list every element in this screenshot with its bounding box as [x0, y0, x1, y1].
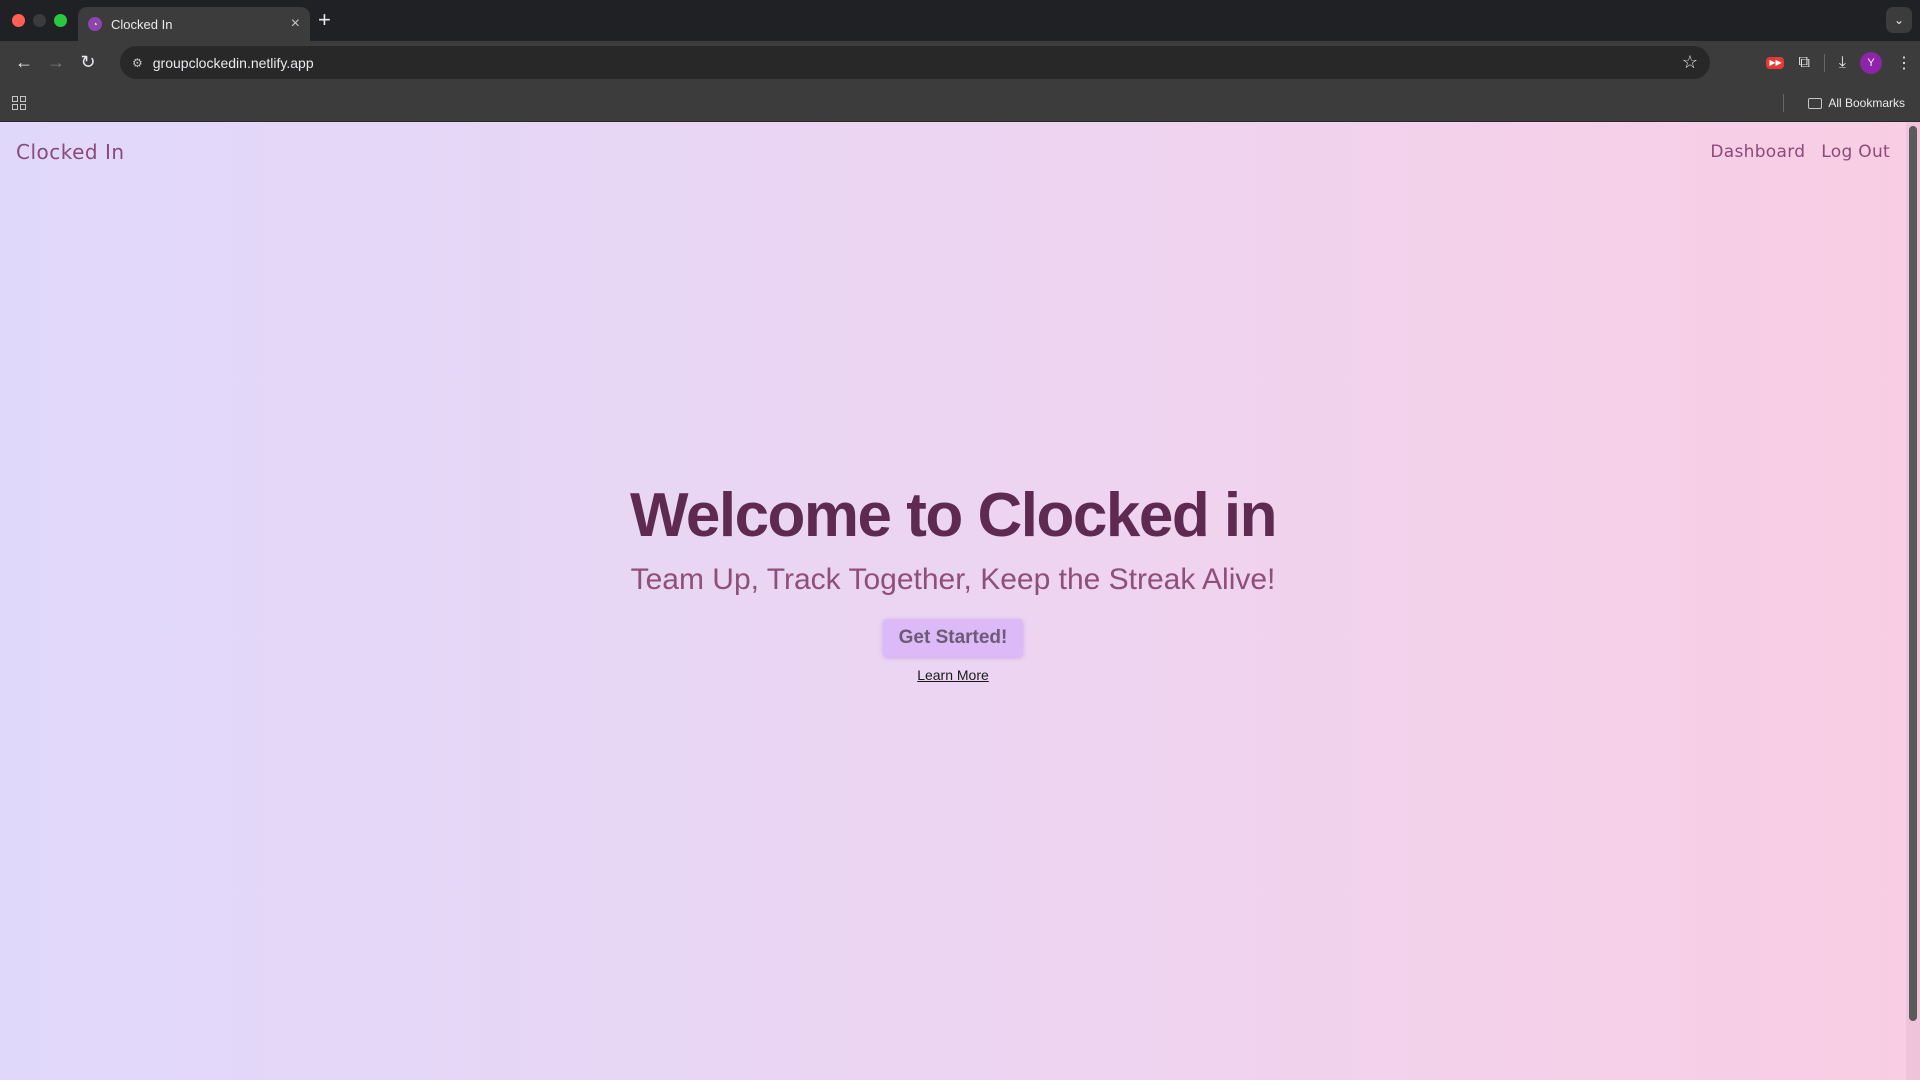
more-menu-icon[interactable]: ⋮ [1896, 53, 1912, 73]
back-button[interactable]: ← [8, 47, 40, 79]
bookmarks-divider [1783, 94, 1784, 112]
page-viewport: Clocked In Dashboard Log Out Welcome to … [0, 122, 1920, 1080]
scrollbar-thumb[interactable] [1909, 126, 1917, 1021]
scrollbar-track[interactable] [1906, 122, 1920, 1080]
forward-button[interactable]: → [40, 47, 72, 79]
all-bookmarks-button[interactable]: All Bookmarks [1808, 84, 1905, 122]
tab-title: Clocked In [111, 16, 173, 32]
brand-logo[interactable]: Clocked In [16, 140, 125, 164]
address-bar-url[interactable]: groupclockedin.netlify.app [153, 55, 1682, 71]
dashboard-link[interactable]: Dashboard [1710, 142, 1805, 162]
learn-more-link[interactable]: Learn More [0, 667, 1906, 683]
logout-link[interactable]: Log Out [1821, 142, 1890, 162]
window-controls [12, 14, 67, 27]
browser-tab[interactable]: ◔ Clocked In × [78, 7, 310, 41]
close-tab-icon[interactable]: × [291, 16, 300, 32]
all-bookmarks-label: All Bookmarks [1828, 96, 1905, 110]
hero-subtitle: Team Up, Track Together, Keep the Streak… [630, 563, 1276, 596]
clock-favicon-icon: ◔ [88, 17, 102, 31]
tab-strip: ◔ Clocked In × + ⌄ [0, 0, 1920, 41]
hero-section: Welcome to Clocked in Team Up, Track Tog… [0, 480, 1906, 683]
toolbar-divider [1823, 53, 1825, 72]
site-settings-icon[interactable]: ⚙ [132, 56, 143, 70]
bookmark-star-icon[interactable]: ☆ [1682, 52, 1698, 73]
get-started-button[interactable]: Get Started! [882, 619, 1024, 657]
toolbar-actions: ▶▶ ⧉ ⤓ Y ⋮ [1766, 46, 1912, 79]
folder-icon [1808, 97, 1823, 109]
maximize-window-button[interactable] [54, 14, 67, 27]
site-nav-links: Dashboard Log Out [1710, 142, 1890, 162]
download-icon[interactable]: ⤓ [1839, 54, 1846, 72]
address-bar[interactable]: ⚙ groupclockedin.netlify.app ☆ [120, 46, 1710, 79]
extension-icon[interactable]: ▶▶ [1766, 56, 1785, 69]
new-tab-button[interactable]: + [318, 8, 331, 32]
close-window-button[interactable] [12, 14, 25, 27]
reload-button[interactable]: ↻ [72, 47, 104, 79]
extensions-puzzle-icon[interactable]: ⧉ [1798, 54, 1809, 72]
tab-search-button[interactable]: ⌄ [1886, 7, 1912, 33]
hero-title: Welcome to Clocked in [629, 481, 1278, 550]
browser-chrome: ◔ Clocked In × + ⌄ ← → ↻ ⚙ groupclockedi… [0, 0, 1920, 122]
site-header: Clocked In Dashboard Log Out [16, 140, 1890, 164]
profile-avatar[interactable]: Y [1860, 51, 1882, 74]
apps-grid-icon[interactable] [12, 96, 26, 110]
bookmarks-bar: All Bookmarks [0, 84, 1920, 122]
minimize-window-button[interactable] [33, 14, 46, 27]
browser-toolbar: ← → ↻ ⚙ groupclockedin.netlify.app ☆ ▶▶ … [0, 41, 1920, 84]
